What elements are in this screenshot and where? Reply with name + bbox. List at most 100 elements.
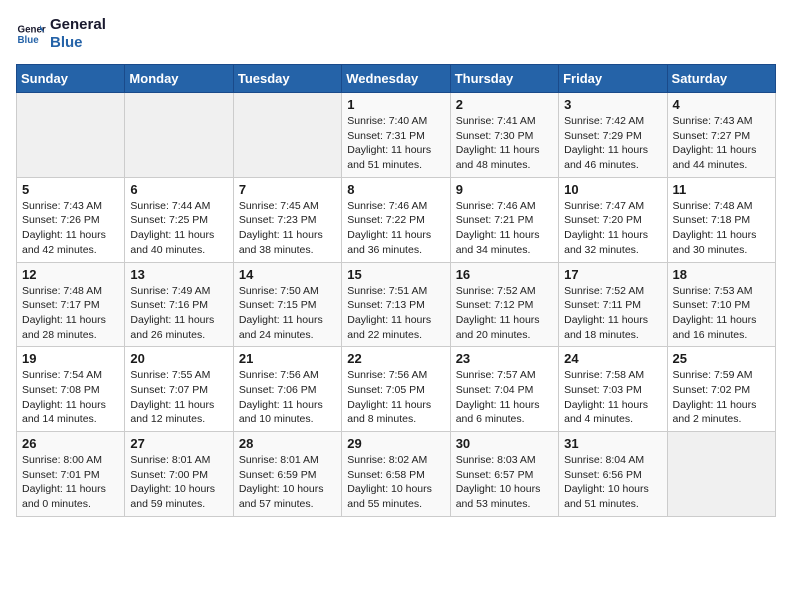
- calendar-cell: 30 Sunrise: 8:03 AM Sunset: 6:57 PM Dayli…: [450, 432, 558, 517]
- day-info: Sunrise: 7:42 AM Sunset: 7:29 PM Dayligh…: [564, 114, 661, 173]
- day-info: Sunrise: 7:52 AM Sunset: 7:11 PM Dayligh…: [564, 284, 661, 343]
- day-info: Sunrise: 8:01 AM Sunset: 7:00 PM Dayligh…: [130, 453, 227, 512]
- day-info: Sunrise: 7:50 AM Sunset: 7:15 PM Dayligh…: [239, 284, 336, 343]
- calendar-cell: 14 Sunrise: 7:50 AM Sunset: 7:15 PM Dayli…: [233, 262, 341, 347]
- calendar-cell: [667, 432, 775, 517]
- calendar-cell: 4 Sunrise: 7:43 AM Sunset: 7:27 PM Daylig…: [667, 93, 775, 178]
- day-number: 10: [564, 182, 661, 197]
- day-number: 7: [239, 182, 336, 197]
- calendar-table: SundayMondayTuesdayWednesdayThursdayFrid…: [16, 64, 776, 517]
- calendar-cell: 27 Sunrise: 8:01 AM Sunset: 7:00 PM Dayli…: [125, 432, 233, 517]
- calendar-cell: 31 Sunrise: 8:04 AM Sunset: 6:56 PM Dayli…: [559, 432, 667, 517]
- day-info: Sunrise: 7:43 AM Sunset: 7:27 PM Dayligh…: [673, 114, 770, 173]
- day-number: 21: [239, 351, 336, 366]
- day-number: 11: [673, 182, 770, 197]
- logo-blue: Blue: [50, 34, 106, 52]
- day-number: 13: [130, 267, 227, 282]
- week-row-3: 12Sunrise: 7:48 AM Sunset: 7:17 PM Dayli…: [17, 262, 776, 347]
- day-info: Sunrise: 7:59 AM Sunset: 7:02 PM Dayligh…: [673, 368, 770, 427]
- calendar-cell: 15 Sunrise: 7:51 AM Sunset: 7:13 PM Dayli…: [342, 262, 450, 347]
- day-number: 20: [130, 351, 227, 366]
- weekday-sunday: Sunday: [17, 65, 125, 93]
- calendar-cell: 12Sunrise: 7:48 AM Sunset: 7:17 PM Dayli…: [17, 262, 125, 347]
- calendar-cell: 21 Sunrise: 7:56 AM Sunset: 7:06 PM Dayli…: [233, 347, 341, 432]
- weekday-thursday: Thursday: [450, 65, 558, 93]
- calendar-cell: 22Sunrise: 7:56 AM Sunset: 7:05 PM Dayli…: [342, 347, 450, 432]
- day-number: 4: [673, 97, 770, 112]
- day-info: Sunrise: 7:57 AM Sunset: 7:04 PM Dayligh…: [456, 368, 553, 427]
- day-number: 26: [22, 436, 119, 451]
- calendar-cell: 24 Sunrise: 7:58 AM Sunset: 7:03 PM Dayli…: [559, 347, 667, 432]
- day-number: 12: [22, 267, 119, 282]
- day-number: 15: [347, 267, 444, 282]
- day-number: 18: [673, 267, 770, 282]
- calendar-cell: 13 Sunrise: 7:49 AM Sunset: 7:16 PM Dayli…: [125, 262, 233, 347]
- day-info: Sunrise: 7:55 AM Sunset: 7:07 PM Dayligh…: [130, 368, 227, 427]
- weekday-saturday: Saturday: [667, 65, 775, 93]
- day-info: Sunrise: 7:48 AM Sunset: 7:18 PM Dayligh…: [673, 199, 770, 258]
- weekday-friday: Friday: [559, 65, 667, 93]
- calendar-cell: 6 Sunrise: 7:44 AM Sunset: 7:25 PM Daylig…: [125, 177, 233, 262]
- day-info: Sunrise: 7:44 AM Sunset: 7:25 PM Dayligh…: [130, 199, 227, 258]
- calendar-cell: 26 Sunrise: 8:00 AM Sunset: 7:01 PM Dayli…: [17, 432, 125, 517]
- calendar-cell: 7 Sunrise: 7:45 AM Sunset: 7:23 PM Daylig…: [233, 177, 341, 262]
- weekday-wednesday: Wednesday: [342, 65, 450, 93]
- day-number: 17: [564, 267, 661, 282]
- day-info: Sunrise: 7:51 AM Sunset: 7:13 PM Dayligh…: [347, 284, 444, 343]
- day-number: 6: [130, 182, 227, 197]
- calendar-cell: [233, 93, 341, 178]
- day-info: Sunrise: 7:47 AM Sunset: 7:20 PM Dayligh…: [564, 199, 661, 258]
- page-header: General Blue General Blue: [16, 16, 776, 52]
- logo-icon: General Blue: [16, 19, 46, 49]
- day-info: Sunrise: 7:40 AM Sunset: 7:31 PM Dayligh…: [347, 114, 444, 173]
- day-info: Sunrise: 7:49 AM Sunset: 7:16 PM Dayligh…: [130, 284, 227, 343]
- week-row-2: 5Sunrise: 7:43 AM Sunset: 7:26 PM Daylig…: [17, 177, 776, 262]
- calendar-cell: 17 Sunrise: 7:52 AM Sunset: 7:11 PM Dayli…: [559, 262, 667, 347]
- day-info: Sunrise: 7:53 AM Sunset: 7:10 PM Dayligh…: [673, 284, 770, 343]
- day-info: Sunrise: 7:46 AM Sunset: 7:22 PM Dayligh…: [347, 199, 444, 258]
- day-number: 14: [239, 267, 336, 282]
- week-row-5: 26 Sunrise: 8:00 AM Sunset: 7:01 PM Dayli…: [17, 432, 776, 517]
- calendar-cell: 20 Sunrise: 7:55 AM Sunset: 7:07 PM Dayli…: [125, 347, 233, 432]
- day-info: Sunrise: 7:45 AM Sunset: 7:23 PM Dayligh…: [239, 199, 336, 258]
- day-info: Sunrise: 8:03 AM Sunset: 6:57 PM Dayligh…: [456, 453, 553, 512]
- day-info: Sunrise: 7:56 AM Sunset: 7:06 PM Dayligh…: [239, 368, 336, 427]
- day-number: 9: [456, 182, 553, 197]
- calendar-cell: 10 Sunrise: 7:47 AM Sunset: 7:20 PM Dayli…: [559, 177, 667, 262]
- day-info: Sunrise: 7:52 AM Sunset: 7:12 PM Dayligh…: [456, 284, 553, 343]
- day-info: Sunrise: 8:04 AM Sunset: 6:56 PM Dayligh…: [564, 453, 661, 512]
- day-info: Sunrise: 7:46 AM Sunset: 7:21 PM Dayligh…: [456, 199, 553, 258]
- logo-general: General: [50, 16, 106, 34]
- calendar-cell: 23 Sunrise: 7:57 AM Sunset: 7:04 PM Dayli…: [450, 347, 558, 432]
- day-number: 23: [456, 351, 553, 366]
- calendar-cell: 16Sunrise: 7:52 AM Sunset: 7:12 PM Dayli…: [450, 262, 558, 347]
- weekday-header-row: SundayMondayTuesdayWednesdayThursdayFrid…: [17, 65, 776, 93]
- calendar-cell: 9 Sunrise: 7:46 AM Sunset: 7:21 PM Daylig…: [450, 177, 558, 262]
- calendar-cell: 18 Sunrise: 7:53 AM Sunset: 7:10 PM Dayli…: [667, 262, 775, 347]
- day-number: 30: [456, 436, 553, 451]
- day-info: Sunrise: 7:58 AM Sunset: 7:03 PM Dayligh…: [564, 368, 661, 427]
- calendar-cell: 2Sunrise: 7:41 AM Sunset: 7:30 PM Daylig…: [450, 93, 558, 178]
- day-number: 19: [22, 351, 119, 366]
- day-number: 24: [564, 351, 661, 366]
- day-info: Sunrise: 8:02 AM Sunset: 6:58 PM Dayligh…: [347, 453, 444, 512]
- day-number: 29: [347, 436, 444, 451]
- calendar-cell: 25 Sunrise: 7:59 AM Sunset: 7:02 PM Dayli…: [667, 347, 775, 432]
- day-info: Sunrise: 8:00 AM Sunset: 7:01 PM Dayligh…: [22, 453, 119, 512]
- day-info: Sunrise: 7:54 AM Sunset: 7:08 PM Dayligh…: [22, 368, 119, 427]
- calendar-cell: 19 Sunrise: 7:54 AM Sunset: 7:08 PM Dayli…: [17, 347, 125, 432]
- calendar-cell: 5Sunrise: 7:43 AM Sunset: 7:26 PM Daylig…: [17, 177, 125, 262]
- calendar-cell: 28Sunrise: 8:01 AM Sunset: 6:59 PM Dayli…: [233, 432, 341, 517]
- week-row-1: 1Sunrise: 7:40 AM Sunset: 7:31 PM Daylig…: [17, 93, 776, 178]
- day-info: Sunrise: 8:01 AM Sunset: 6:59 PM Dayligh…: [239, 453, 336, 512]
- day-number: 5: [22, 182, 119, 197]
- week-row-4: 19 Sunrise: 7:54 AM Sunset: 7:08 PM Dayli…: [17, 347, 776, 432]
- weekday-tuesday: Tuesday: [233, 65, 341, 93]
- calendar-cell: 29 Sunrise: 8:02 AM Sunset: 6:58 PM Dayli…: [342, 432, 450, 517]
- day-number: 2: [456, 97, 553, 112]
- day-number: 25: [673, 351, 770, 366]
- day-number: 31: [564, 436, 661, 451]
- weekday-monday: Monday: [125, 65, 233, 93]
- calendar-cell: [17, 93, 125, 178]
- day-number: 27: [130, 436, 227, 451]
